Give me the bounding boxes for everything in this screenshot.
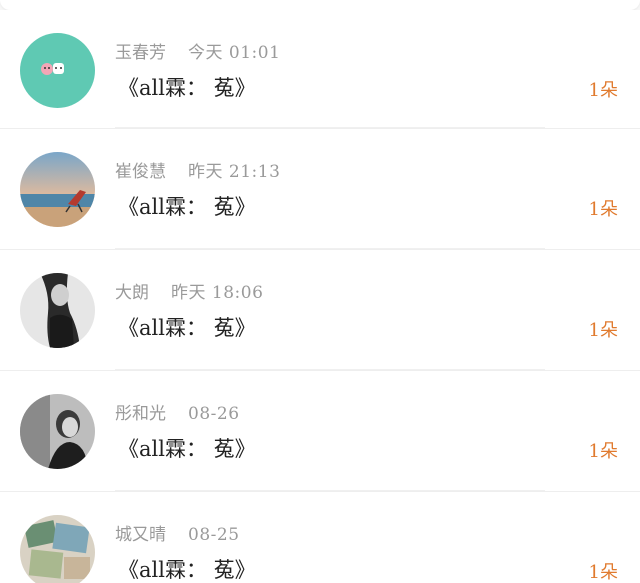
gift-count: 1朵 [588,562,618,583]
woman-bw-avatar-icon [20,394,95,469]
list-item[interactable]: 崔俊慧 昨天 21:13 《all霖： 菟》 1朵 [0,128,640,249]
gift-count: 1朵 [588,441,618,462]
gift-title[interactable]: 《all霖： 菟》 [118,72,256,102]
photos-collage-avatar-icon [20,515,95,583]
gift-feed-list: 玉春芳 今天 01:01 《all霖： 菟》 1朵 崔俊慧 昨天 21:13 《… [0,10,640,583]
gift-count: 1朵 [588,320,618,341]
avatar[interactable] [20,33,95,108]
timestamp: 08-25 [188,525,240,545]
list-item[interactable]: 大朗 昨天 18:06 《all霖： 菟》 1朵 [0,249,640,370]
user-name[interactable]: 城又晴 [115,525,166,545]
gift-title[interactable]: 《all霖： 菟》 [118,433,256,463]
user-name[interactable]: 崔俊慧 [115,162,166,182]
gift-title[interactable]: 《all霖： 菟》 [118,312,256,342]
comment-meta: 大朗 昨天 18:06 [115,278,264,303]
timestamp: 昨天 18:06 [171,283,264,303]
avatar[interactable] [20,515,95,583]
timestamp: 08-26 [188,404,240,424]
comment-meta: 玉春芳 今天 01:01 [115,38,281,63]
avatar[interactable] [20,394,95,469]
list-item[interactable]: 玉春芳 今天 01:01 《all霖： 菟》 1朵 [0,10,640,128]
beach-chair-avatar-icon [20,152,95,227]
portrait-bw-avatar-icon [20,273,95,348]
avatar[interactable] [20,152,95,227]
timestamp: 昨天 21:13 [188,162,281,182]
comment-list-page: 玉春芳 今天 01:01 《all霖： 菟》 1朵 崔俊慧 昨天 21:13 《… [0,0,640,583]
comment-meta: 彤和光 08-26 [115,399,240,424]
user-name[interactable]: 大朗 [115,283,149,303]
cute-sticker-avatar-icon [20,33,95,108]
gift-title[interactable]: 《all霖： 菟》 [118,554,256,583]
avatar[interactable] [20,273,95,348]
user-name[interactable]: 彤和光 [115,404,166,424]
top-card-edge [0,0,640,10]
timestamp: 今天 01:01 [188,43,281,63]
list-item[interactable]: 城又晴 08-25 《all霖： 菟》 1朵 [0,491,640,583]
comment-meta: 城又晴 08-25 [115,520,240,545]
gift-title[interactable]: 《all霖： 菟》 [118,191,256,221]
user-name[interactable]: 玉春芳 [115,43,166,63]
comment-meta: 崔俊慧 昨天 21:13 [115,157,281,182]
list-item[interactable]: 彤和光 08-26 《all霖： 菟》 1朵 [0,370,640,491]
gift-count: 1朵 [588,80,618,101]
gift-count: 1朵 [588,199,618,220]
